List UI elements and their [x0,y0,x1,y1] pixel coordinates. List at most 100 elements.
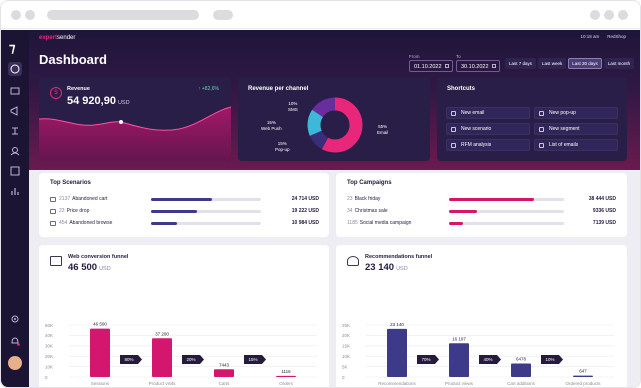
campaign-bar [449,198,564,201]
shortcut-new-email[interactable]: New email [446,107,530,119]
campaign-row[interactable]: 23 Black friday [347,194,380,204]
address-bar[interactable] [47,10,199,20]
date-to-label: To [456,54,461,59]
scenario-row[interactable]: 2137 Abandoned cart [50,194,107,204]
shortcut-new-popup[interactable]: New pop-up [534,107,618,119]
shortcut-label: List of emails [549,142,579,148]
scenario-count: 2137 [59,196,71,202]
campaign-bar [449,210,564,213]
top-campaigns-title: Top Campaigns [347,180,392,186]
funnel-value-label: 7443 [219,362,230,367]
date-to-input[interactable]: 30.10.2022 [456,60,500,72]
range-last-month[interactable]: Last month [603,58,635,69]
web-funnel-card: Web conversion funnel 46 500 USD 50K 40K 30… [39,245,329,387]
range-last-week[interactable]: Last week [538,58,567,69]
logo-icon[interactable]: ⁊ [9,40,15,56]
list-icon [539,143,544,148]
brand-suffix: sender [57,35,76,41]
sidebar: ⁊ [1,30,29,387]
sidebar-item-scenarios[interactable] [8,124,22,138]
shortcut-new-scenario[interactable]: New scenario [446,123,530,135]
funnel-bar[interactable] [90,328,110,377]
sidebar-item-notifications[interactable] [8,334,22,348]
revenue-card: $ Revenue 54 920,90 USD ↑ +82,6% [39,77,231,161]
scenario-row[interactable]: 454 Abandoned browse [50,218,112,228]
brand-logo[interactable]: expertsender [39,35,75,41]
date-from: From 01.10.2022 [409,54,453,72]
date-from-value: 01.10.2022 [414,64,442,70]
avatar[interactable] [8,356,22,370]
range-last-30-days[interactable]: Last 30 days [568,58,602,69]
funnel-bar[interactable] [511,363,531,377]
funnel-bar[interactable] [152,338,172,377]
campaign-value: 7139 USD [592,220,616,226]
funnel-value-label: 46 500 [93,322,107,327]
window-icon [10,166,20,176]
cart-icon [50,196,56,202]
sidebar-item-campaigns[interactable] [8,104,22,118]
y-tick-label: 10K [342,354,350,359]
revenue-value: 54 920,90 USD [67,95,130,107]
shortcut-new-segment[interactable]: New segment [534,123,618,135]
funnel-value-label: 16 197 [452,336,466,341]
shortcut-list-of-emails[interactable]: List of emails [534,139,618,151]
range-last-7-days[interactable]: Last 7 days [505,58,537,69]
sms-pct: 10% [288,101,298,106]
funnel-bar[interactable] [276,375,296,377]
campaign-row[interactable]: 1185 Social media campaign [347,218,411,228]
funnel-bar[interactable] [449,343,469,377]
campaign-bar-fill [449,222,463,225]
funnel-category-label: Carts [219,381,231,386]
webpush-pct: 15% [266,120,276,125]
funnel-category-label: Product visits [149,381,177,386]
sidebar-item-email[interactable] [8,84,22,98]
funnel-bar[interactable] [573,375,593,377]
chart-icon [11,188,19,195]
flow-icon [12,127,18,135]
campaign-name: Christmas sale [354,208,388,214]
revenue-change: ↑ +82,6% [198,86,219,92]
sidebar-item-contacts[interactable] [8,144,22,158]
flow-icon [451,127,456,132]
range-selector: Last 7 days Last week Last 30 days Last … [505,58,635,69]
funnel-value-label: 1116 [281,369,291,374]
browser-tab[interactable] [213,10,233,20]
conversion-rate: 80% [124,357,133,362]
sidebar-item-settings[interactable] [8,312,22,326]
funnel-bar[interactable] [214,369,234,377]
scenario-name: Abandoned browse [69,220,113,226]
clock-text: 10:18 am [580,34,600,39]
scenario-row[interactable]: 23 Price drop [50,206,89,216]
shortcut-label: New scenario [461,126,492,132]
sidebar-item-dashboard[interactable] [8,62,22,76]
campaign-row[interactable]: 34 Christmas sale [347,206,388,216]
shortcut-rfm-analysis[interactable]: RFM analysis [446,139,530,151]
sms-name: SMS [288,107,298,112]
funnel-bar[interactable] [387,328,407,377]
scenario-bar [151,210,261,213]
window-dot [25,10,35,20]
browser-window: ⁊ expertsender 10:18 am RedShop Dashboar… [0,0,641,388]
revenue-marker[interactable] [119,120,123,124]
window-dot [11,10,21,20]
campaign-name: Black friday [354,196,381,202]
conversion-rate: 10% [545,357,554,362]
funnel-category-label: Recommendations [378,381,416,386]
account-menu[interactable]: RedShop [607,34,626,39]
campaign-count: 1185 [347,220,358,226]
sidebar-item-reports[interactable] [8,184,22,198]
funnel-category-label: Orders [279,381,294,386]
revenue-label: Revenue [67,86,90,92]
scenario-name: Price drop [66,208,90,214]
scenario-bar-fill [151,198,212,201]
scenario-bar [151,222,261,225]
funnel-category-label: Product views [445,381,474,386]
channel-card: Revenue per channel 10% SMS 15% Web Push 1… [238,77,430,161]
browse-icon [50,220,56,226]
rec-funnel-card: Recommendations funnel 23 140 USD 25K 20K 1… [336,245,627,387]
date-from-input[interactable]: 01.10.2022 [409,60,453,72]
date-to: To 30.10.2022 [456,54,500,72]
funnel-value-label: 6478 [516,357,527,362]
window-dot [618,10,628,20]
sidebar-item-popups[interactable] [8,164,22,178]
